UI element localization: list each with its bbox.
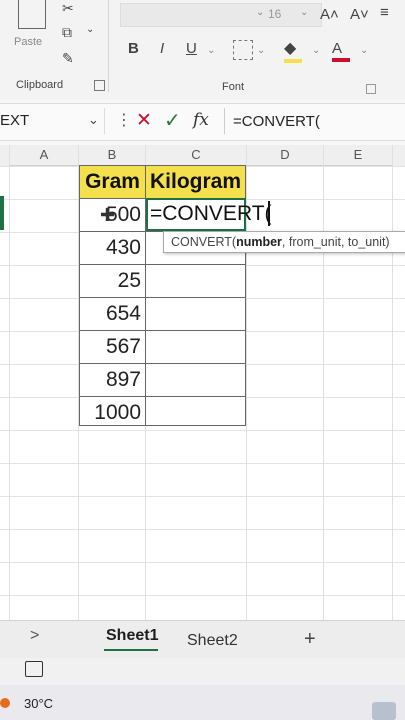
gram-cell[interactable]: 25 — [79, 264, 146, 298]
borders-icon[interactable] — [233, 40, 253, 60]
kilogram-cell[interactable] — [145, 396, 246, 426]
italic-button[interactable]: I — [160, 40, 164, 57]
chevron-down-icon[interactable]: ⌄ — [88, 112, 99, 128]
row-header-edge — [9, 145, 10, 621]
formula-input[interactable]: =CONVERT( — [233, 113, 320, 130]
start-icon[interactable] — [372, 702, 396, 720]
font-group-label: Font — [222, 81, 245, 93]
font-size-value[interactable]: 16 — [268, 7, 281, 21]
copy-icon[interactable]: ⧉ — [62, 24, 72, 41]
column-header-a[interactable]: A — [10, 145, 78, 166]
grow-font-button[interactable]: A˄ — [320, 6, 339, 23]
kilogram-cell[interactable] — [145, 330, 246, 364]
accessibility-icon[interactable] — [25, 661, 43, 677]
tab-scroll-button[interactable]: > — [30, 627, 39, 645]
font-color-icon[interactable]: A — [332, 40, 350, 62]
cell-select-cursor-icon: ✚ — [100, 205, 116, 225]
kilogram-cell[interactable] — [145, 264, 246, 298]
weather-temperature[interactable]: 30°C — [24, 696, 53, 711]
chevron-down-icon[interactable]: ⌄ — [312, 45, 320, 56]
cancel-icon[interactable]: ✕ — [136, 109, 152, 132]
insert-function-button[interactable]: fx — [193, 110, 209, 130]
gram-cell[interactable]: 897 — [79, 363, 146, 397]
column-header-c[interactable]: C — [146, 145, 246, 166]
enter-icon[interactable]: ✓ — [164, 108, 181, 133]
gram-cell[interactable]: 1000 — [79, 396, 146, 426]
column-header-b[interactable]: B — [79, 145, 145, 166]
chevron-down-icon[interactable]: ⌄ — [86, 24, 94, 35]
kilogram-cell[interactable] — [145, 363, 246, 397]
header-cell-kilogram[interactable]: Kilogram — [145, 165, 246, 199]
align-icon[interactable]: ≡ — [380, 4, 389, 21]
more-options-icon[interactable]: ⋮ — [116, 110, 132, 130]
tooltip-function-name: CONVERT( — [171, 235, 237, 249]
font-name-box[interactable] — [120, 3, 322, 27]
add-sheet-button[interactable]: + — [304, 628, 316, 651]
function-tooltip[interactable]: CONVERT(number, from_unit, to_unit) — [163, 231, 405, 253]
fill-color-icon[interactable]: ◆ — [284, 38, 302, 63]
active-tab-underline — [104, 649, 158, 651]
cut-icon[interactable]: ✂ — [62, 0, 74, 17]
bold-button[interactable]: B — [128, 40, 139, 57]
active-cell-formula[interactable]: =CONVERT( — [150, 202, 272, 226]
chevron-down-icon[interactable]: ⌄ — [256, 7, 264, 18]
chevron-down-icon[interactable]: ⌄ — [360, 45, 368, 56]
formula-divider — [224, 108, 225, 134]
gram-cell[interactable]: 567 — [79, 330, 146, 364]
tab-sheet2[interactable]: Sheet2 — [187, 632, 238, 650]
header-cell-gram[interactable]: Gram — [79, 165, 146, 199]
dialog-launcher-icon[interactable] — [366, 84, 376, 94]
dialog-launcher-icon[interactable] — [94, 80, 105, 91]
taskbar — [0, 685, 405, 720]
chevron-down-icon[interactable]: ⌄ — [207, 45, 215, 56]
name-box-value[interactable]: EXT — [0, 112, 29, 129]
ribbon-separator — [108, 0, 109, 92]
status-bar — [0, 658, 405, 685]
chevron-down-icon[interactable]: ⌄ — [257, 45, 265, 56]
gram-cell[interactable]: 654 — [79, 297, 146, 331]
format-painter-icon[interactable]: ✎ — [62, 50, 74, 67]
gridline — [323, 145, 324, 621]
column-header-e[interactable]: E — [324, 145, 392, 166]
kilogram-cell[interactable] — [145, 297, 246, 331]
active-row-indicator — [0, 196, 4, 230]
underline-button[interactable]: U — [186, 40, 197, 57]
paste-label[interactable]: Paste — [14, 36, 42, 48]
paste-icon[interactable] — [18, 0, 46, 29]
text-cursor — [268, 201, 270, 226]
shrink-font-button[interactable]: A˅ — [350, 6, 369, 23]
gridline — [392, 145, 393, 621]
chevron-down-icon[interactable]: ⌄ — [300, 7, 308, 18]
column-header-d[interactable]: D — [247, 145, 323, 166]
tab-sheet1[interactable]: Sheet1 — [106, 627, 158, 645]
tooltip-remaining-args: , from_unit, to_unit) — [281, 235, 390, 249]
weather-icon[interactable] — [0, 698, 10, 708]
gram-cell[interactable]: 430 — [79, 231, 146, 265]
clipboard-group-label: Clipboard — [16, 79, 64, 91]
tooltip-current-arg[interactable]: number — [236, 235, 282, 249]
